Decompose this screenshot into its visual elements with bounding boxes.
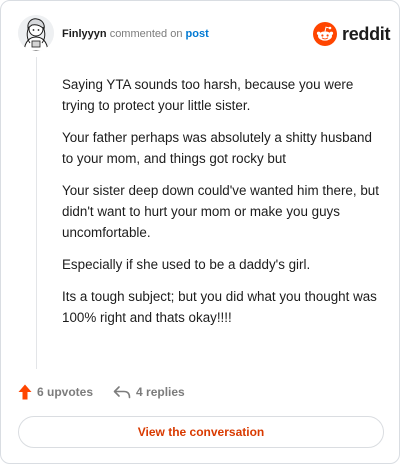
reddit-logo-icon xyxy=(313,22,337,46)
reply-arrow-icon xyxy=(113,386,131,399)
comment-paragraph: Your father perhaps was absolutely a shi… xyxy=(62,130,372,166)
post-link[interactable]: post xyxy=(186,28,209,40)
replies-button[interactable]: 4 replies xyxy=(113,385,185,399)
upvote-count: 6 upvotes xyxy=(37,385,94,399)
view-conversation-button[interactable]: View the conversation xyxy=(18,416,384,448)
reddit-wordmark: reddit xyxy=(342,23,391,44)
comment-header: Finlyyyn commented on post xyxy=(62,28,209,40)
avatar-illustration-icon xyxy=(18,15,54,51)
comment-body: Saying YTA sounds too harsh, because you… xyxy=(62,74,380,339)
reply-count: 4 replies xyxy=(136,385,185,399)
comment-actions: 6 upvotes 4 replies xyxy=(18,383,185,401)
comment-paragraph: Saying YTA sounds too harsh, because you… xyxy=(62,77,354,113)
reddit-brand[interactable]: reddit xyxy=(313,21,391,47)
avatar[interactable] xyxy=(18,15,54,51)
comment-embed-card: Finlyyyn commented on post reddit Saying… xyxy=(0,0,400,464)
comment-paragraph: Its a tough subject; but you did what yo… xyxy=(62,289,377,325)
upvote-button[interactable]: 6 upvotes xyxy=(18,384,93,400)
comment-paragraph: Your sister deep down could've wanted hi… xyxy=(62,183,379,240)
header-action-text: commented on xyxy=(109,28,183,40)
thread-line xyxy=(36,57,37,369)
arrow-up-icon xyxy=(18,384,32,400)
comment-paragraph: Especially if she used to be a daddy's g… xyxy=(62,257,311,272)
username-link[interactable]: Finlyyyn xyxy=(62,28,107,40)
